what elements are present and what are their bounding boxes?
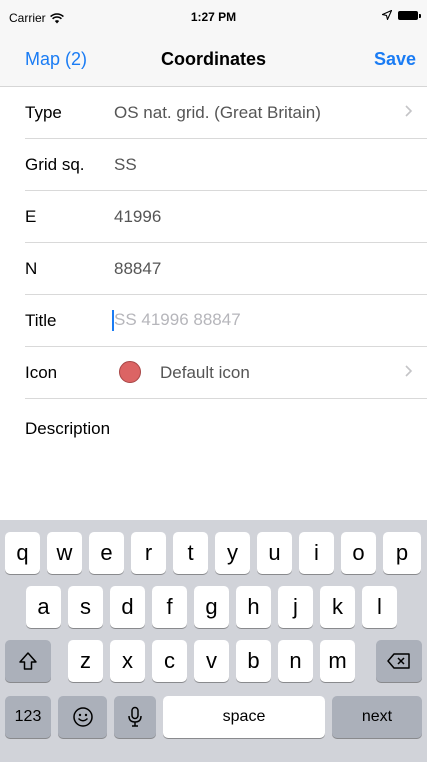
- key-k[interactable]: k: [320, 586, 355, 628]
- grid-square-label: Grid sq.: [25, 155, 85, 174]
- status-bar: Carrier 1:27 PM: [0, 0, 427, 34]
- icon-label: Icon: [25, 363, 58, 382]
- title-input[interactable]: [112, 305, 414, 335]
- location-arrow-icon: [382, 10, 392, 20]
- description-row[interactable]: Description: [25, 399, 427, 509]
- chevron-right-icon: [405, 105, 413, 117]
- delete-key[interactable]: [376, 640, 422, 682]
- status-time: 1:27 PM: [190, 10, 237, 24]
- easting-row: E 41996: [25, 191, 427, 243]
- text-cursor: [112, 310, 114, 331]
- key-w[interactable]: w: [47, 532, 82, 574]
- microphone-icon: [128, 706, 142, 727]
- backspace-icon: [387, 653, 410, 669]
- key-c[interactable]: c: [152, 640, 187, 682]
- key-i[interactable]: i: [299, 532, 334, 574]
- key-e[interactable]: e: [89, 532, 124, 574]
- coordinates-form: Type OS nat. grid. (Great Britain) Grid …: [0, 87, 427, 509]
- key-b[interactable]: b: [236, 640, 271, 682]
- type-row[interactable]: Type OS nat. grid. (Great Britain): [25, 87, 427, 139]
- key-n[interactable]: n: [278, 640, 313, 682]
- shift-icon: [19, 652, 37, 670]
- key-t[interactable]: t: [173, 532, 208, 574]
- key-p[interactable]: p: [383, 532, 421, 574]
- type-label: Type: [25, 103, 62, 122]
- easting-label: E: [25, 207, 37, 226]
- numbers-key[interactable]: 123: [5, 696, 51, 738]
- battery-icon: [398, 10, 421, 20]
- northing-row: N 88847: [25, 243, 427, 295]
- key-v[interactable]: v: [194, 640, 229, 682]
- navigation-bar: Map (2) Coordinates Save: [0, 34, 427, 87]
- key-z[interactable]: z: [68, 640, 103, 682]
- status-right: [382, 10, 421, 20]
- key-l[interactable]: l: [362, 586, 397, 628]
- key-o[interactable]: o: [341, 532, 376, 574]
- title-label: Title: [25, 311, 57, 330]
- page-title: Coordinates: [160, 49, 266, 69]
- emoji-icon: [72, 707, 93, 727]
- icon-row[interactable]: Icon Default icon: [25, 347, 427, 399]
- space-key[interactable]: space: [163, 696, 325, 738]
- key-f[interactable]: f: [152, 586, 187, 628]
- key-s[interactable]: s: [68, 586, 103, 628]
- key-x[interactable]: x: [110, 640, 145, 682]
- description-label: Description: [25, 419, 111, 438]
- default-pin-icon: [119, 361, 141, 383]
- grid-square-row: Grid sq. SS: [25, 139, 427, 191]
- key-a[interactable]: a: [26, 586, 61, 628]
- key-u[interactable]: u: [257, 532, 292, 574]
- shift-key[interactable]: [5, 640, 51, 682]
- grid-square-field[interactable]: SS: [114, 155, 137, 175]
- northing-field[interactable]: 88847: [114, 259, 161, 279]
- key-y[interactable]: y: [215, 532, 250, 574]
- emoji-key[interactable]: [58, 696, 107, 738]
- type-value: OS nat. grid. (Great Britain): [114, 103, 321, 122]
- key-r[interactable]: r: [131, 532, 166, 574]
- dictation-key[interactable]: [114, 696, 156, 738]
- easting-field[interactable]: 41996: [114, 207, 161, 227]
- northing-label: N: [25, 259, 38, 278]
- chevron-right-icon: [405, 365, 413, 377]
- coordinates-screen: Carrier 1:27 PM Map (2) Coordinates Save…: [0, 0, 427, 762]
- icon-value: Default icon: [160, 363, 250, 382]
- next-key[interactable]: next: [332, 696, 422, 738]
- save-button[interactable]: Save: [374, 49, 416, 70]
- key-m[interactable]: m: [320, 640, 355, 682]
- key-d[interactable]: d: [110, 586, 145, 628]
- key-q[interactable]: q: [5, 532, 40, 574]
- on-screen-keyboard: q w e r t y u i o p a s d f g h j k l z …: [0, 520, 427, 762]
- key-j[interactable]: j: [278, 586, 313, 628]
- key-g[interactable]: g: [194, 586, 229, 628]
- title-row: Title: [25, 295, 427, 347]
- key-h[interactable]: h: [236, 586, 271, 628]
